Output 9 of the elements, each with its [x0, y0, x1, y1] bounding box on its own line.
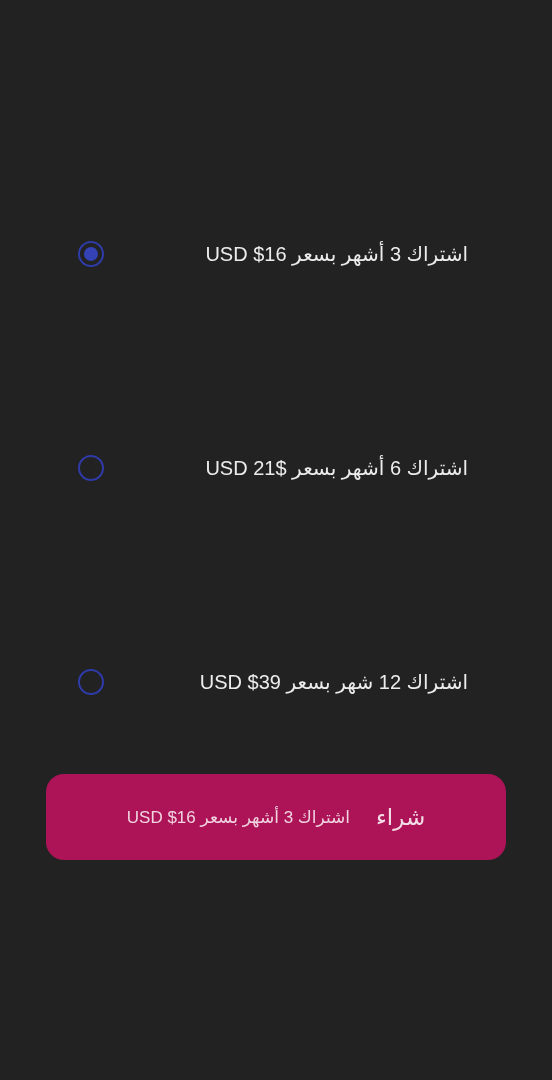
plan-label: اشتراك 6 أشهر بسعر USD 21$: [204, 456, 468, 480]
buy-label: شراء: [376, 803, 426, 831]
buy-button[interactable]: شراء اشتراك 3 أشهر بسعر USD $16: [46, 774, 506, 860]
radio-button[interactable]: [78, 669, 104, 695]
plan-label: اشتراك 3 أشهر بسعر USD $16: [204, 242, 468, 266]
plan-summary: اشتراك 3 أشهر بسعر USD $16: [126, 806, 351, 828]
plan-label: اشتراك 12 شهر بسعر USD $39: [198, 670, 468, 694]
radio-button[interactable]: [78, 455, 104, 481]
radio-button[interactable]: [78, 241, 104, 267]
